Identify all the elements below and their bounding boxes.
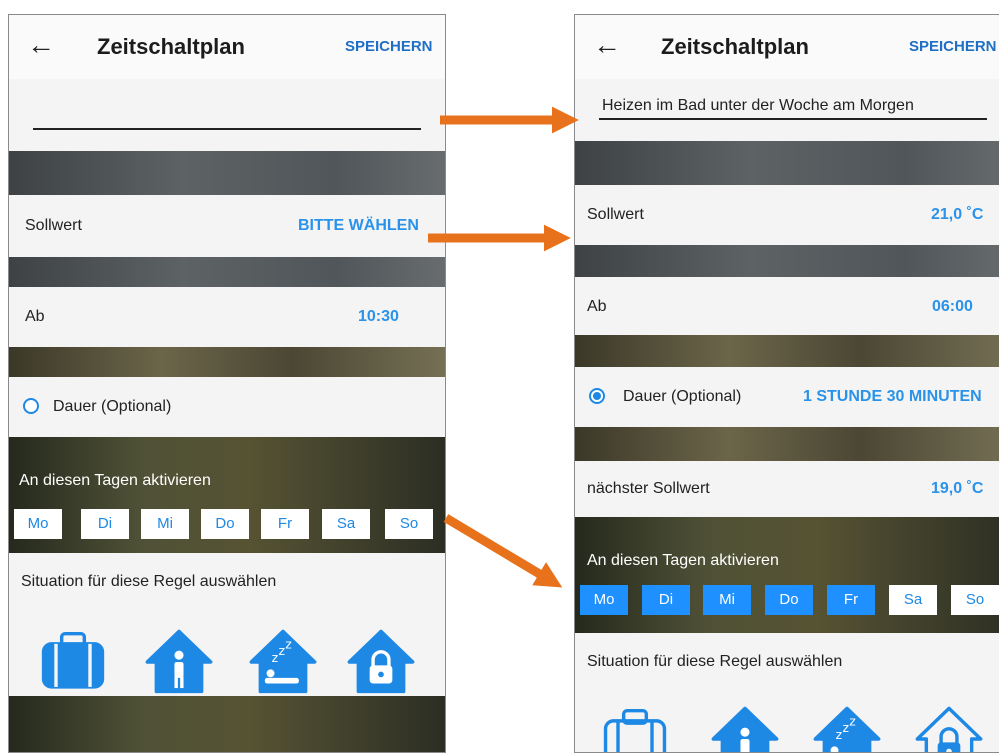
annotation-arrows	[428, 106, 579, 588]
arrow-weekdays	[443, 514, 563, 588]
